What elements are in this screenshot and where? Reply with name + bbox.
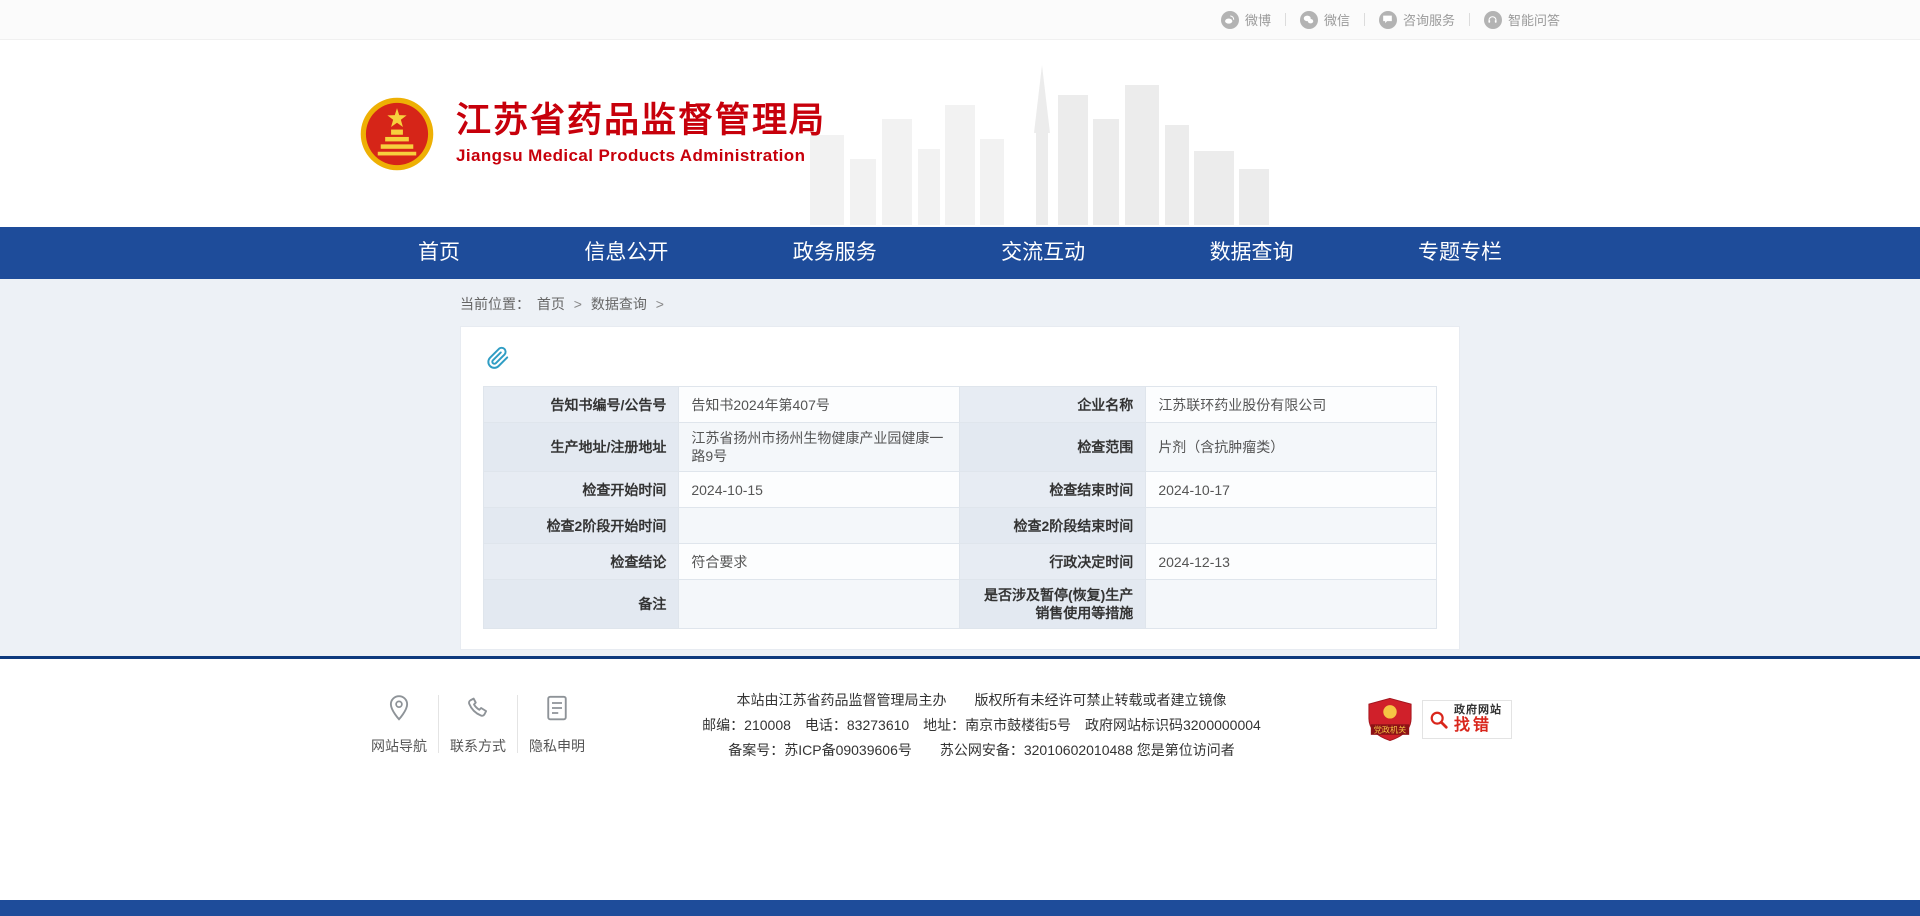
field-value: 江苏省扬州市扬州生物健康产业园健康一路9号 bbox=[679, 423, 960, 472]
table-row: 检查开始时间 2024-10-15 检查结束时间 2024-10-17 bbox=[484, 472, 1437, 508]
weibo-icon bbox=[1221, 11, 1239, 29]
field-value: 江苏联环药业股份有限公司 bbox=[1146, 387, 1437, 423]
find-error-badge[interactable]: 政府网站 找错 bbox=[1422, 700, 1512, 739]
nav-item-info-disclosure[interactable]: 信息公开 bbox=[576, 227, 676, 279]
table-row: 检查2阶段开始时间 检查2阶段结束时间 bbox=[484, 508, 1437, 544]
field-label: 告知书编号/公告号 bbox=[484, 387, 679, 423]
table-row: 检查结论 符合要求 行政决定时间 2024-12-13 bbox=[484, 544, 1437, 580]
breadcrumb-prefix: 当前位置： bbox=[460, 296, 530, 312]
topbar-item-smart-qa[interactable]: 智能问答 bbox=[1484, 10, 1560, 29]
field-label: 是否涉及暂停(恢复)生产销售使用等措施 bbox=[960, 580, 1146, 629]
nav-item-interaction[interactable]: 交流互动 bbox=[993, 227, 1093, 279]
headset-icon bbox=[1484, 11, 1502, 29]
field-value: 2024-12-13 bbox=[1146, 544, 1437, 580]
field-value bbox=[679, 508, 960, 544]
footer-badges: 党政机关 政府网站 找错 bbox=[1367, 685, 1560, 742]
city-skyline-decoration bbox=[790, 63, 1310, 225]
footer-info-line-2: 邮编：210008 电话：83273610 地址：南京市鼓楼街5号 政府网站标识… bbox=[596, 713, 1367, 738]
divider bbox=[1469, 13, 1470, 26]
gov-badge-label: 党政机关 bbox=[1374, 724, 1407, 734]
footer-link-label: 网站导航 bbox=[360, 736, 438, 756]
field-label: 检查范围 bbox=[960, 423, 1146, 472]
topbar-label: 咨询服务 bbox=[1403, 10, 1455, 29]
wechat-icon bbox=[1300, 11, 1318, 29]
topbar-label: 微博 bbox=[1245, 10, 1271, 29]
divider bbox=[1285, 13, 1286, 26]
field-value: 告知书2024年第407号 bbox=[679, 387, 960, 423]
field-label: 企业名称 bbox=[960, 387, 1146, 423]
topbar-item-consult-service[interactable]: 咨询服务 bbox=[1379, 10, 1455, 29]
footer-info-text: 本站由江苏省药品监督管理局主办 版权所有未经许可禁止转载或者建立镜像 邮编：21… bbox=[596, 685, 1367, 763]
topbar-item-weibo[interactable]: 微博 bbox=[1221, 10, 1271, 29]
field-value: 片剂（含抗肿瘤类） bbox=[1146, 423, 1437, 472]
phone-icon bbox=[439, 689, 517, 727]
inspection-table: 告知书编号/公告号 告知书2024年第407号 企业名称 江苏联环药业股份有限公… bbox=[483, 386, 1437, 629]
field-value bbox=[1146, 508, 1437, 544]
table-row: 备注 是否涉及暂停(恢复)生产销售使用等措施 bbox=[484, 580, 1437, 629]
footer-quick-links: 网站导航 联系方式 隐私申明 bbox=[360, 685, 596, 756]
breadcrumb-current-link[interactable]: 数据查询 bbox=[591, 296, 647, 312]
paperclip-icon bbox=[485, 345, 511, 371]
bottom-blue-strip bbox=[0, 900, 1920, 916]
nav-item-special-topics[interactable]: 专题专栏 bbox=[1410, 227, 1510, 279]
footer-link-privacy[interactable]: 隐私申明 bbox=[518, 689, 596, 756]
field-value bbox=[1146, 580, 1437, 629]
divider bbox=[1364, 13, 1365, 26]
field-value bbox=[679, 580, 960, 629]
footer-link-sitemap[interactable]: 网站导航 bbox=[360, 689, 438, 756]
find-error-top-label: 政府网站 bbox=[1454, 704, 1502, 717]
field-value: 符合要求 bbox=[679, 544, 960, 580]
footer-link-label: 联系方式 bbox=[439, 736, 517, 756]
main-navigation: 首页 信息公开 政务服务 交流互动 数据查询 专题专栏 bbox=[0, 227, 1920, 279]
national-emblem-logo[interactable] bbox=[360, 97, 434, 171]
breadcrumb-separator: > bbox=[656, 296, 664, 312]
site-title-block: 江苏省药品监督管理局 Jiangsu Medical Products Admi… bbox=[456, 101, 826, 166]
table-row: 生产地址/注册地址 江苏省扬州市扬州生物健康产业园健康一路9号 检查范围 片剂（… bbox=[484, 423, 1437, 472]
field-label: 行政决定时间 bbox=[960, 544, 1146, 580]
inspection-detail-card: 告知书编号/公告号 告知书2024年第407号 企业名称 江苏联环药业股份有限公… bbox=[460, 326, 1460, 650]
site-footer: 网站导航 联系方式 隐私申明 本站由江苏省药品监督管理局主办 版权所有未经许可禁… bbox=[0, 659, 1920, 916]
site-header: 江苏省药品监督管理局 Jiangsu Medical Products Admi… bbox=[0, 40, 1920, 227]
page-title: 江苏省药品监督管理局 bbox=[456, 101, 826, 141]
find-error-badge-text: 政府网站 找错 bbox=[1454, 704, 1502, 735]
nav-item-home[interactable]: 首页 bbox=[410, 227, 468, 279]
field-label: 检查开始时间 bbox=[484, 472, 679, 508]
top-utility-bar: 微博 微信 咨询服务 智能问答 bbox=[0, 0, 1920, 40]
field-value: 2024-10-15 bbox=[679, 472, 960, 508]
footer-info-line-3: 备案号：苏ICP备09039606号 苏公网安备：32010602010488 … bbox=[596, 738, 1367, 763]
breadcrumb: 当前位置： 首页 > 数据查询 > bbox=[460, 279, 1460, 326]
main-content-area: 当前位置： 首页 > 数据查询 > 告知书编号/公告号 告知书2024年第407… bbox=[0, 279, 1920, 656]
breadcrumb-separator: > bbox=[574, 296, 582, 312]
nav-item-gov-services[interactable]: 政务服务 bbox=[785, 227, 885, 279]
field-label: 备注 bbox=[484, 580, 679, 629]
table-row: 告知书编号/公告号 告知书2024年第407号 企业名称 江苏联环药业股份有限公… bbox=[484, 387, 1437, 423]
party-gov-shield-badge[interactable]: 党政机关 bbox=[1367, 697, 1413, 742]
location-pin-icon bbox=[360, 689, 438, 727]
magnifier-icon bbox=[1429, 710, 1449, 730]
page-subtitle: Jiangsu Medical Products Administration bbox=[456, 146, 826, 166]
field-label: 生产地址/注册地址 bbox=[484, 423, 679, 472]
footer-link-label: 隐私申明 bbox=[518, 736, 596, 756]
document-icon bbox=[518, 689, 596, 727]
field-label: 检查结束时间 bbox=[960, 472, 1146, 508]
breadcrumb-home-link[interactable]: 首页 bbox=[537, 296, 565, 312]
topbar-item-wechat[interactable]: 微信 bbox=[1300, 10, 1350, 29]
topbar-label: 智能问答 bbox=[1508, 10, 1560, 29]
footer-info-line-1: 本站由江苏省药品监督管理局主办 版权所有未经许可禁止转载或者建立镜像 bbox=[596, 688, 1367, 713]
field-label: 检查2阶段结束时间 bbox=[960, 508, 1146, 544]
footer-link-contact[interactable]: 联系方式 bbox=[439, 689, 517, 756]
nav-item-data-query[interactable]: 数据查询 bbox=[1202, 227, 1302, 279]
field-label: 检查2阶段开始时间 bbox=[484, 508, 679, 544]
field-value: 2024-10-17 bbox=[1146, 472, 1437, 508]
find-error-bottom-label: 找错 bbox=[1454, 717, 1502, 735]
field-label: 检查结论 bbox=[484, 544, 679, 580]
consult-bubble-icon bbox=[1379, 11, 1397, 29]
topbar-label: 微信 bbox=[1324, 10, 1350, 29]
